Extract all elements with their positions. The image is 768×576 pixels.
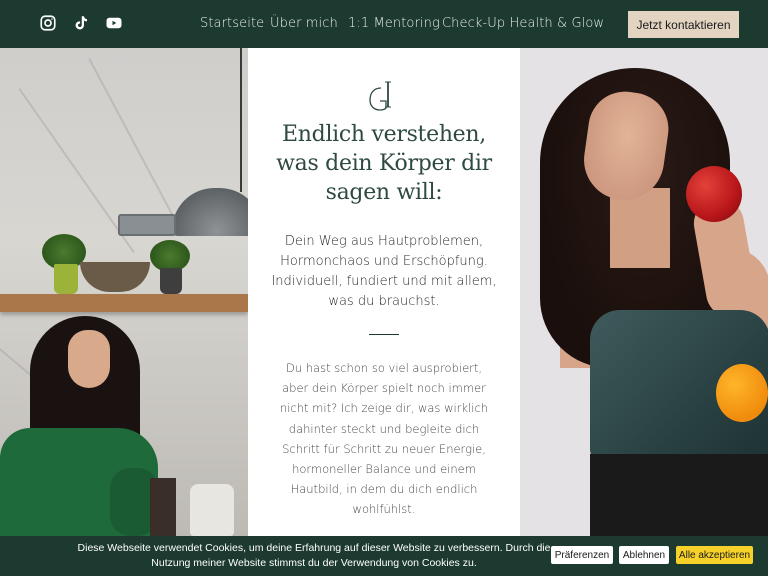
instagram-icon[interactable] [39, 14, 57, 32]
cookie-preferences-button[interactable]: Präferenzen [551, 546, 613, 564]
black-skirt [590, 454, 768, 536]
kettle [190, 484, 234, 536]
cookie-notice-text: Diese Webseite verwendet Cookies, um dei… [77, 542, 551, 569]
nav-link-check-up[interactable]: Check-Up Health & Glow [442, 16, 604, 31]
lamp-cord [240, 48, 242, 192]
person-face [68, 330, 110, 388]
cookie-banner: Diese Webseite verwendet Cookies, um dei… [0, 536, 768, 576]
monogram-logo [369, 81, 391, 111]
person-neck [610, 188, 670, 268]
hero-subline: Dein Weg aus Hautproblemen, Hormonchaos … [271, 234, 497, 309]
kitchen-photo [0, 48, 248, 536]
nav-link-ueber-mich[interactable]: Über mich [270, 16, 338, 31]
contact-button[interactable]: Jetzt kontaktieren [628, 11, 739, 38]
knife-block [150, 478, 176, 536]
nav-link-mentoring[interactable]: 1:1 Mentoring [348, 16, 440, 31]
cookie-accept-all-button[interactable]: Alle akzeptieren [676, 546, 753, 564]
hero-text-panel: Endlich verstehen, was dein Körper dir s… [248, 48, 520, 536]
top-navigation: Startseite Über mich 1:1 Mentoring Check… [0, 0, 768, 48]
wall-socket [118, 214, 176, 236]
nav-link-startseite[interactable]: Startseite [200, 16, 264, 31]
marble-texture [88, 58, 175, 218]
plant-pot [54, 264, 78, 294]
hero-headline: Endlich verstehen, was dein Körper dir s… [276, 122, 492, 205]
wooden-shelf [0, 294, 248, 312]
plant-pot [160, 268, 182, 294]
portrait-photo [520, 48, 768, 536]
bowl [80, 262, 150, 292]
cookie-decline-button[interactable]: Ablehnen [619, 546, 669, 564]
pendant-lamp [172, 188, 248, 236]
divider-line [369, 334, 399, 335]
orange-fruit [716, 364, 768, 422]
tiktok-icon[interactable] [72, 14, 90, 32]
hero-body-text: Du hast schon so viel ausprobiert, aber … [279, 361, 489, 517]
red-apple [686, 166, 742, 222]
youtube-icon[interactable] [105, 14, 123, 32]
